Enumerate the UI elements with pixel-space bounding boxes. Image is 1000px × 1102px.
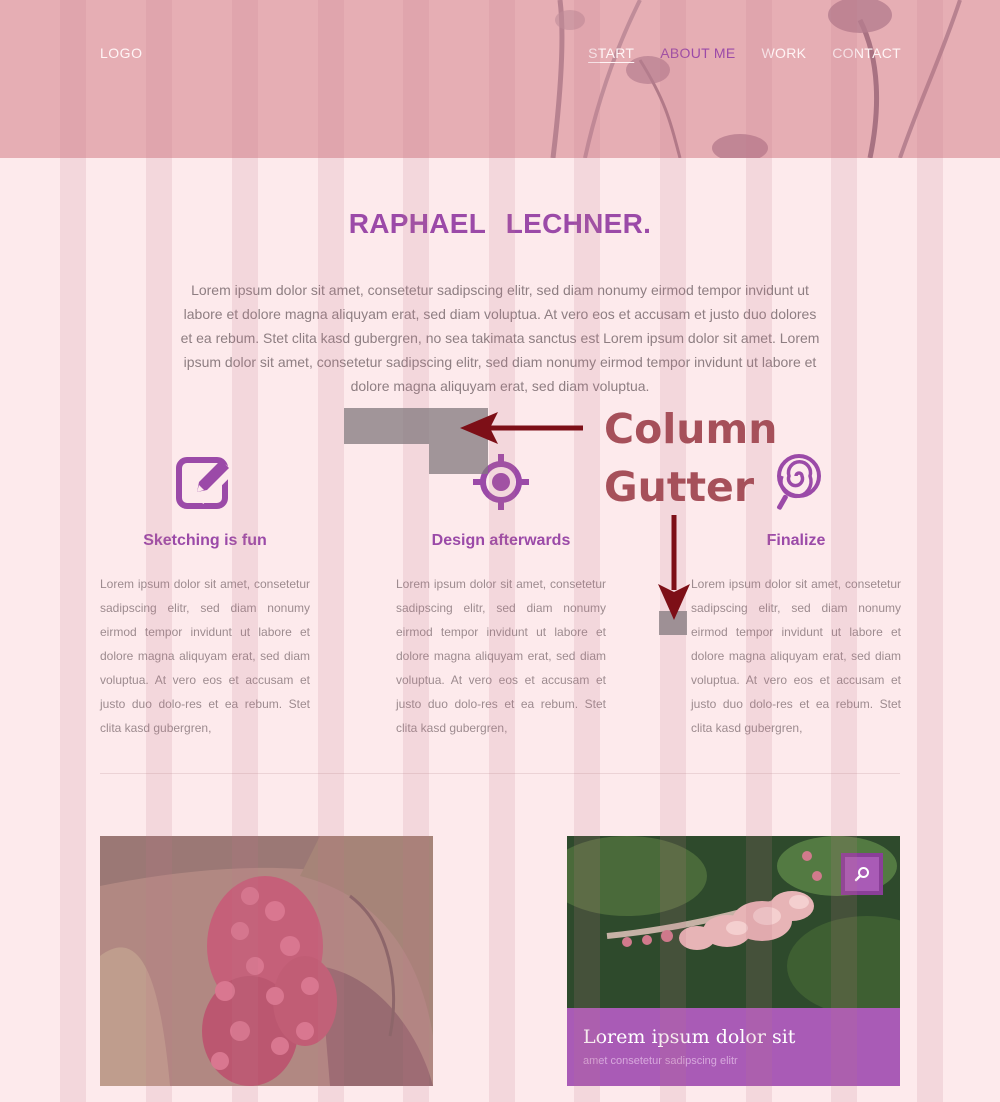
search-icon (854, 867, 869, 882)
gutter-highlight (344, 408, 488, 444)
flower-photo-left[interactable] (100, 836, 433, 1086)
nav-contact[interactable]: CONTACT (832, 45, 901, 61)
nav-work[interactable]: WORK (762, 45, 807, 61)
card-subtitle: amet consetetur sadipscing elitr (583, 1055, 738, 1067)
feature-text: Lorem ipsum dolor sit amet, consetetur s… (100, 577, 310, 735)
section-divider (100, 773, 900, 774)
portfolio-card[interactable]: Lorem ipsum dolor sit amet consetetur sa… (567, 836, 900, 1086)
feature-design: Design afterwards Lorem ipsum dolor sit … (396, 452, 606, 740)
annotation-line: Gutter (604, 463, 755, 511)
main-nav: START ABOUT ME WORK CONTACT (588, 45, 901, 61)
feature-title: Finalize (766, 532, 826, 549)
feature-text: Lorem ipsum dolor sit amet, consetetur s… (691, 577, 901, 735)
edit-icon (176, 457, 235, 509)
nav-about-me[interactable]: ABOUT ME (660, 45, 735, 61)
logo[interactable]: LOGO (100, 45, 142, 61)
intro-text: Lorem ipsum dolor sit amet, consetetur s… (180, 282, 820, 394)
feature-title: Sketching is fun (143, 532, 267, 549)
feature-text: Lorem ipsum dolor sit amet, consetetur s… (396, 577, 606, 735)
feature-title: Design afterwards (431, 532, 571, 549)
nav-start[interactable]: START (588, 45, 634, 61)
annotation-label: Column Gutter (604, 400, 777, 516)
card-title: Lorem ipsum dolor sit (583, 1026, 796, 1048)
page-title: RAPHAEL LECHNER. (348, 208, 652, 239)
feature-sketching: Sketching is fun Lorem ipsum dolor sit a… (100, 452, 310, 740)
gutter-highlight (429, 444, 488, 474)
zoom-button[interactable] (841, 853, 883, 895)
gutter-highlight (659, 611, 687, 635)
site-header: LOGO START ABOUT ME WORK CONTACT (0, 0, 1000, 158)
header-flower-photo (550, 0, 962, 158)
annotation-line: Column (604, 405, 778, 453)
